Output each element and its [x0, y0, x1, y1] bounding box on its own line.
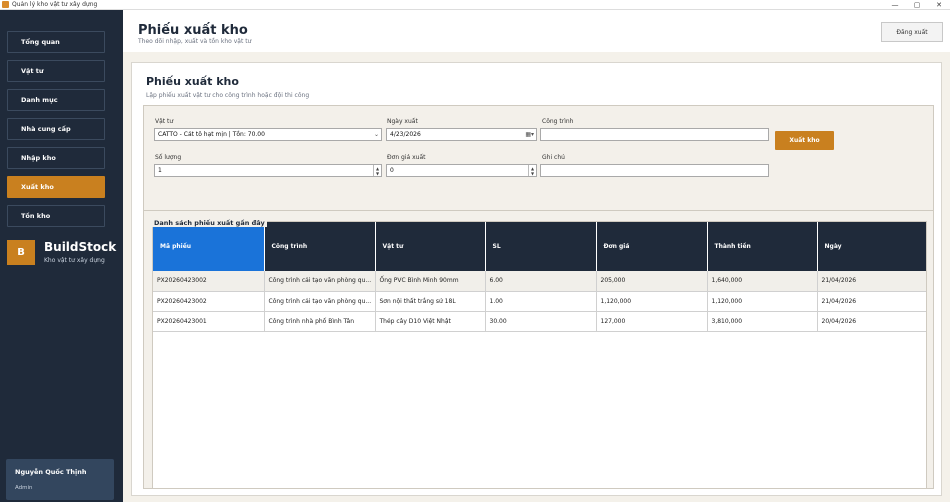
project-input[interactable]: [540, 128, 769, 141]
brand-subtitle: Kho vật tư xây dựng: [44, 257, 105, 264]
panel-title: Phiếu xuất kho: [146, 75, 239, 88]
cell-thanh-tien: 3,810,000: [707, 311, 818, 332]
sidebar: Tổng quan Vật tư Danh mục Nhà cung cấp N…: [0, 10, 123, 502]
price-label: Đơn giá xuất: [387, 154, 426, 161]
cell-vat-tu: Ống PVC Bình Minh 90mm: [375, 271, 486, 292]
material-select[interactable]: CATTO - Cát tô hạt mịn | Tồn: 70.00 ⌄: [154, 128, 382, 141]
window-controls: — ▢ ✕: [884, 0, 950, 10]
logout-button[interactable]: Đăng xuất: [881, 22, 943, 42]
maximize-icon[interactable]: ▢: [906, 0, 928, 10]
price-value: 0: [390, 167, 394, 174]
cell-don-gia: 1,120,000: [596, 291, 708, 312]
column-header-thanh-tien[interactable]: Thành tiền: [707, 222, 818, 271]
note-input[interactable]: [540, 164, 769, 177]
cell-cong-trinh: Công trình cải tạo văn phòng qu...: [264, 271, 376, 292]
table-row[interactable]: PX20260423002 Công trình cải tạo văn phò…: [153, 271, 926, 292]
app-icon: [2, 1, 9, 8]
cell-ngay: 21/04/2026: [817, 291, 926, 312]
date-value: 4/23/2026: [390, 131, 421, 138]
cell-don-gia: 127,000: [596, 311, 708, 332]
cell-sl: 1.00: [485, 291, 597, 312]
exports-table[interactable]: Mã phiếu Công trình Vật tư SL Đơn giá Th…: [152, 221, 927, 489]
cell-vat-tu: Sơn nội thất trắng sứ 18L: [375, 291, 486, 312]
table-header-row: Mã phiếu Công trình Vật tư SL Đơn giá Th…: [153, 222, 926, 271]
sidebar-item-xuat-kho[interactable]: Xuất kho: [7, 176, 105, 198]
column-header-ma-phieu[interactable]: Mã phiếu: [153, 222, 265, 271]
cell-don-gia: 205,000: [596, 271, 708, 292]
quantity-label: Số lượng: [155, 154, 182, 161]
sidebar-item-vat-tu[interactable]: Vật tư: [7, 60, 105, 82]
material-label: Vật tư: [155, 118, 174, 125]
user-card: Nguyễn Quốc Thịnh Admin: [6, 459, 114, 500]
cell-ma-phieu: PX20260423002: [153, 271, 265, 292]
column-header-ngay[interactable]: Ngày: [817, 222, 926, 271]
page-subtitle: Theo dõi nhập, xuất và tồn kho vật tư: [138, 38, 252, 45]
page-title: Phiếu xuất kho: [138, 23, 248, 38]
spinner-arrows-icon[interactable]: ▲ ▼: [528, 165, 536, 176]
recent-exports-section: Danh sách phiếu xuất gần đây Mã phiếu Cô…: [143, 210, 934, 489]
quantity-stepper[interactable]: 1 ▲ ▼: [154, 164, 382, 177]
spinner-arrows-icon[interactable]: ▲ ▼: [373, 165, 381, 176]
minimize-icon[interactable]: —: [884, 0, 906, 10]
column-header-cong-trinh[interactable]: Công trình: [264, 222, 376, 271]
date-picker[interactable]: 4/23/2026 ▦▾: [386, 128, 537, 141]
column-header-vat-tu[interactable]: Vật tư: [375, 222, 486, 271]
material-value: CATTO - Cát tô hạt mịn | Tồn: 70.00: [158, 131, 265, 138]
cell-ngay: 20/04/2026: [817, 311, 926, 332]
date-label: Ngày xuất: [387, 118, 418, 125]
sidebar-item-danh-muc[interactable]: Danh mục: [7, 89, 105, 111]
cell-thanh-tien: 1,640,000: [707, 271, 818, 292]
quantity-value: 1: [158, 167, 162, 174]
cell-ma-phieu: PX20260423001: [153, 311, 265, 332]
note-label: Ghi chú: [542, 154, 565, 161]
section-legend: Danh sách phiếu xuất gần đây: [152, 219, 267, 227]
cell-vat-tu: Thép cây D10 Việt Nhật: [375, 311, 486, 332]
sidebar-item-ton-kho[interactable]: Tồn kho: [7, 205, 105, 227]
user-role: Admin: [15, 485, 33, 491]
page-header: Phiếu xuất kho Theo dõi nhập, xuất và tồ…: [123, 10, 950, 52]
sidebar-item-nha-cung-cap[interactable]: Nhà cung cấp: [7, 118, 105, 140]
cell-ma-phieu: PX20260423002: [153, 291, 265, 312]
panel-subtitle: Lập phiếu xuất vật tư cho công trình hoặ…: [146, 92, 310, 99]
sidebar-item-nhap-kho[interactable]: Nhập kho: [7, 147, 105, 169]
cell-ngay: 21/04/2026: [817, 271, 926, 292]
brand-name: BuildStock: [44, 240, 117, 254]
window-titlebar: Quản lý kho vật tư xây dựng — ▢ ✕: [0, 0, 950, 10]
calendar-icon[interactable]: ▦▾: [525, 131, 534, 138]
cell-sl: 6.00: [485, 271, 597, 292]
export-submit-button[interactable]: Xuất kho: [775, 131, 834, 150]
brand: B BuildStock Kho vật tư xây dựng: [7, 240, 123, 270]
cell-sl: 30.00: [485, 311, 597, 332]
table-row[interactable]: PX20260423001 Công trình nhà phố Bình Tâ…: [153, 311, 926, 332]
cell-cong-trinh: Công trình nhà phố Bình Tân: [264, 311, 376, 332]
brand-logo: B: [7, 240, 35, 265]
column-header-sl[interactable]: SL: [485, 222, 597, 271]
column-header-don-gia[interactable]: Đơn giá: [596, 222, 708, 271]
cell-thanh-tien: 1,120,000: [707, 291, 818, 312]
user-name: Nguyễn Quốc Thịnh: [15, 468, 87, 476]
close-icon[interactable]: ✕: [928, 0, 950, 10]
window-title: Quản lý kho vật tư xây dựng: [12, 1, 98, 8]
sidebar-item-tong-quan[interactable]: Tổng quan: [7, 31, 105, 53]
price-stepper[interactable]: 0 ▲ ▼: [386, 164, 537, 177]
main-panel: Phiếu xuất kho Lập phiếu xuất vật tư cho…: [131, 62, 942, 496]
table-row[interactable]: PX20260423002 Công trình cải tạo văn phò…: [153, 291, 926, 312]
cell-cong-trinh: Công trình cải tạo văn phòng qu...: [264, 291, 376, 312]
project-label: Công trình: [542, 118, 574, 125]
chevron-down-icon: ⌄: [373, 131, 379, 138]
